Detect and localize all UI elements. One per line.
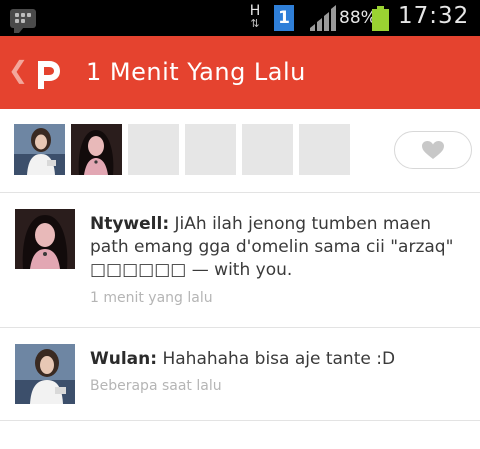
liker-avatar[interactable]: [14, 124, 65, 175]
avatar[interactable]: [15, 209, 75, 269]
heart-icon: [422, 141, 444, 159]
comment-text: Wulan: Hahahaha bisa aje tante :D: [90, 348, 465, 371]
back-chevron-icon[interactable]: ❮: [8, 58, 28, 82]
comment-author: Wulan:: [90, 349, 158, 369]
liker-placeholder: [128, 124, 179, 175]
commenter-photo: [15, 344, 75, 404]
sim-slot-icon: 1: [274, 5, 294, 31]
avatar[interactable]: [15, 344, 75, 404]
signal-strength-icon: [310, 5, 336, 31]
comment-item: Wulan: Hahahaha bisa aje tante :D Bebera…: [0, 328, 480, 421]
battery-icon: [372, 6, 389, 31]
liker-placeholder: [242, 124, 293, 175]
path-logo-icon[interactable]: [29, 56, 65, 92]
liker-placeholder: [299, 124, 350, 175]
page-title: 1 Menit Yang Lalu: [86, 58, 306, 86]
like-button[interactable]: [394, 131, 472, 169]
avatar: [71, 124, 122, 175]
clock: 17:32: [398, 3, 470, 29]
comment-text: Ntywell: JiAh ilah jenong tumben maen pa…: [90, 213, 465, 282]
avatar: [14, 124, 65, 175]
liker-avatar[interactable]: [71, 124, 122, 175]
comment-item: Ntywell: JiAh ilah jenong tumben maen pa…: [0, 193, 480, 328]
status-bar: H ⇅ 1 88% 17:32: [0, 0, 480, 36]
comment-timestamp: 1 menit yang lalu: [90, 290, 213, 306]
comment-author: Ntywell:: [90, 214, 170, 234]
likers-row: [0, 109, 480, 193]
commenter-photo: [15, 209, 75, 269]
liker-placeholder: [185, 124, 236, 175]
network-type-indicator: H ⇅: [249, 3, 261, 30]
comment-timestamp: Beberapa saat lalu: [90, 378, 222, 394]
comment-body: Hahahaha bisa aje tante :D: [162, 349, 396, 369]
bbm-notification-icon: [10, 9, 36, 33]
action-bar: ❮ 1 Menit Yang Lalu: [0, 36, 480, 109]
